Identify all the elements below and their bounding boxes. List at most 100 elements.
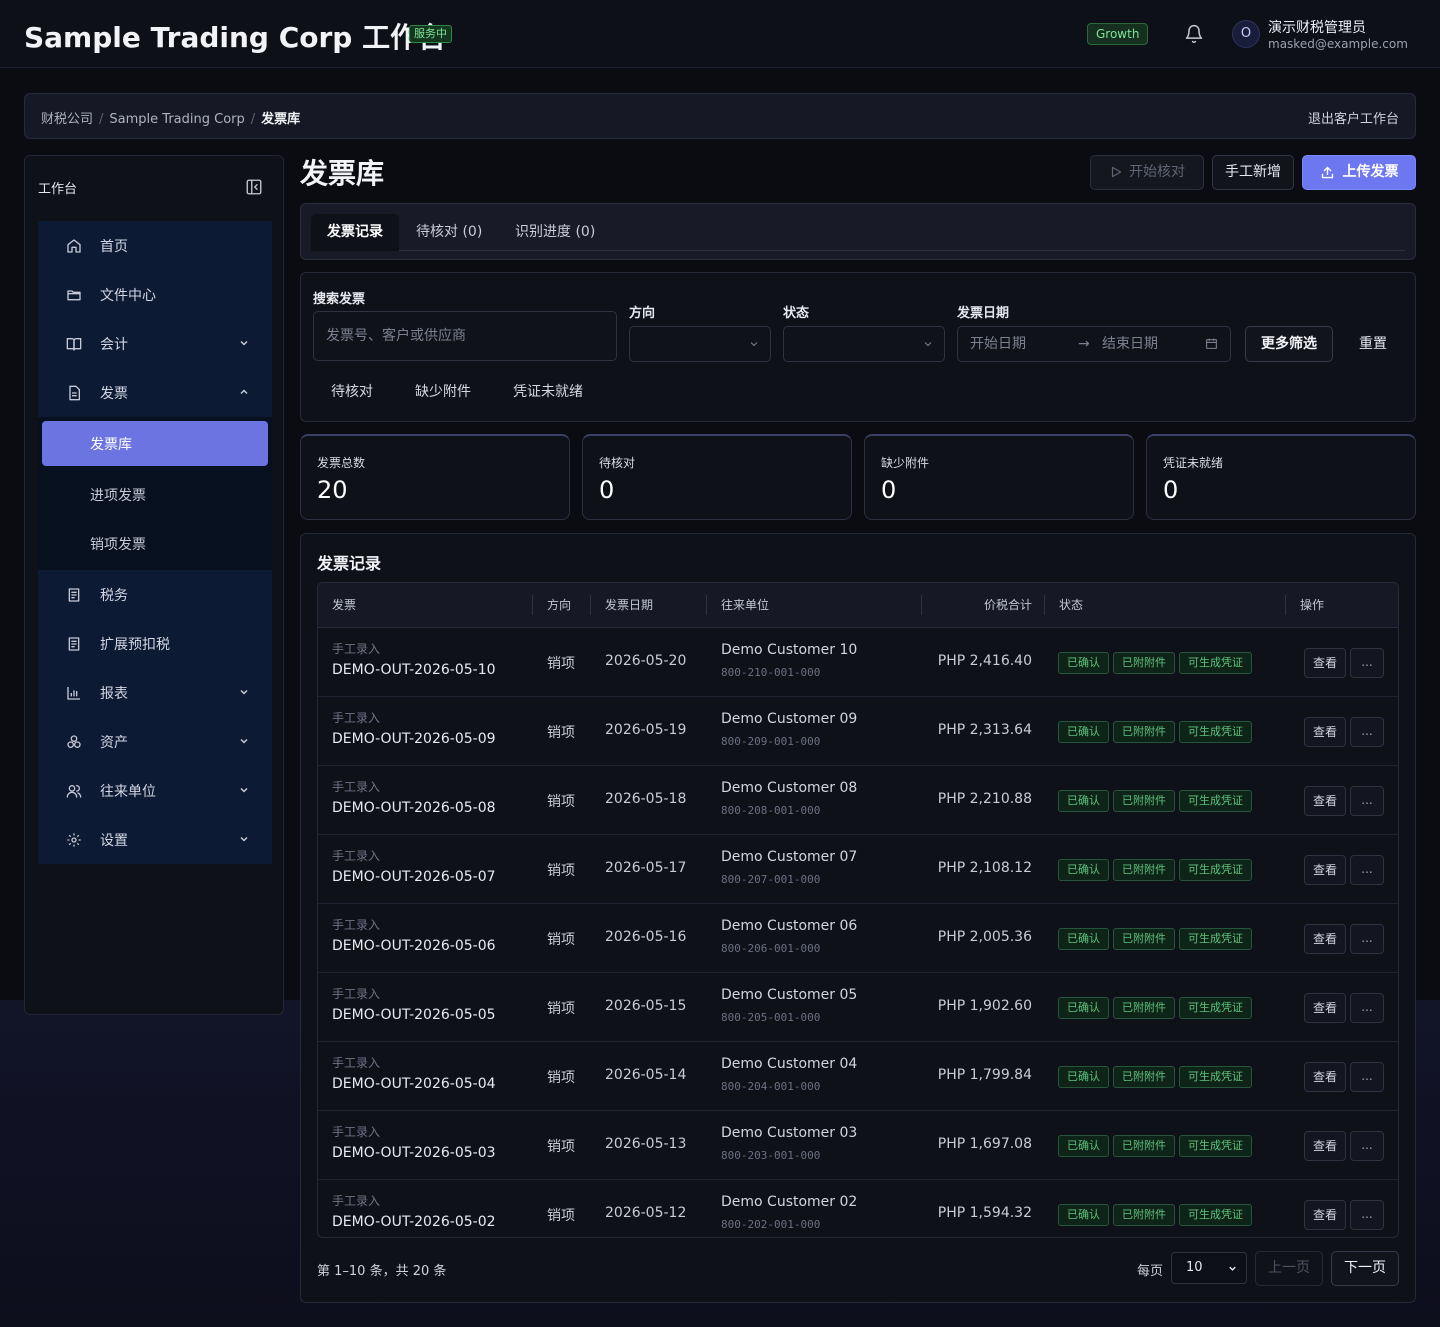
upload-invoice-button[interactable]: 上传发票 — [1302, 155, 1416, 190]
invoice-direction: 销项 — [547, 656, 575, 672]
status-badge: 已附附件 — [1113, 859, 1175, 881]
avatar[interactable]: O — [1232, 20, 1260, 48]
table-row[interactable]: 手工录入 DEMO-OUT-2026-05-06 销项 2026-05-16 Demo … — [318, 904, 1398, 973]
sidebar-item-tax[interactable]: 税务 — [38, 570, 272, 619]
sidebar-title: 工作台 — [38, 182, 78, 197]
table-row[interactable]: 手工录入 DEMO-OUT-2026-05-10 销项 2026-05-20 Demo … — [318, 628, 1398, 697]
sidebar-item-files[interactable]: 文件中心 — [38, 270, 272, 319]
more-actions-button[interactable]: ... — [1350, 993, 1384, 1023]
sidebar-item-reports[interactable]: 报表 — [38, 668, 272, 717]
invoice-amount: PHP 1,697.08 — [937, 1136, 1032, 1152]
status-label: 状态 — [783, 306, 810, 321]
view-button[interactable]: 查看 — [1304, 1131, 1346, 1161]
more-actions-button[interactable]: ... — [1350, 1200, 1384, 1230]
more-actions-button[interactable]: ... — [1350, 1062, 1384, 1092]
sidebar-subitem-sales-invoices[interactable]: 销项发票 — [38, 519, 272, 568]
status-select[interactable] — [783, 326, 945, 362]
sidebar-subitem-invoice-library[interactable]: 发票库 — [42, 421, 268, 466]
more-actions-button[interactable]: ... — [1350, 786, 1384, 816]
invoice-number[interactable]: DEMO-OUT-2026-05-04 — [332, 1076, 496, 1092]
start-date-input[interactable]: 开始日期 — [970, 336, 1026, 352]
invoice-date: 2026-05-15 — [605, 998, 687, 1014]
sidebar-collapse-icon[interactable] — [245, 178, 263, 196]
quick-filter-pending[interactable]: 待核对 — [331, 381, 373, 401]
column-header-amount[interactable]: 价税合计 — [984, 583, 1032, 628]
table-row[interactable]: 手工录入 DEMO-OUT-2026-05-04 销项 2026-05-14 Demo … — [318, 1042, 1398, 1111]
view-button[interactable]: 查看 — [1304, 786, 1346, 816]
counterparty-name: Demo Customer 08 — [721, 780, 858, 796]
view-button[interactable]: 查看 — [1304, 1200, 1346, 1230]
column-header-invoice[interactable]: 发票 — [332, 583, 356, 628]
tab-pending-review[interactable]: 待核对 (0) — [400, 214, 498, 251]
sidebar-item-label: 资产 — [100, 734, 128, 751]
sidebar-item-invoices[interactable]: 发票 — [38, 368, 272, 417]
exit-client-workspace-link[interactable]: 退出客户工作台 — [1308, 108, 1399, 127]
next-page-button[interactable]: 下一页 — [1331, 1251, 1399, 1286]
bell-icon[interactable] — [1184, 24, 1204, 44]
view-button[interactable]: 查看 — [1304, 1062, 1346, 1092]
invoice-number[interactable]: DEMO-OUT-2026-05-07 — [332, 869, 496, 885]
table-row[interactable]: 手工录入 DEMO-OUT-2026-05-08 销项 2026-05-18 Demo … — [318, 766, 1398, 835]
table-row[interactable]: 手工录入 DEMO-OUT-2026-05-05 销项 2026-05-15 Demo … — [318, 973, 1398, 1042]
column-divider — [706, 595, 707, 615]
counterparty-tin: 800-209-001-000 — [721, 735, 821, 748]
table-row[interactable]: 手工录入 DEMO-OUT-2026-05-02 销项 2026-05-12 Demo … — [318, 1180, 1398, 1237]
invoice-source: 手工录入 — [332, 642, 381, 656]
sidebar-subitem-purchase-invoices[interactable]: 进项发票 — [38, 470, 272, 519]
tab-invoice-records[interactable]: 发票记录 — [311, 214, 399, 251]
per-page-select[interactable]: 10 — [1171, 1252, 1247, 1284]
stat-value: 0 — [1163, 476, 1179, 504]
date-range-picker[interactable]: 开始日期 → 结束日期 — [957, 326, 1231, 362]
users-icon — [66, 783, 82, 799]
invoice-number[interactable]: DEMO-OUT-2026-05-05 — [332, 1007, 496, 1023]
sidebar-item-accounting[interactable]: 会计 — [38, 319, 272, 368]
sidebar-item-assets[interactable]: 资产 — [38, 717, 272, 766]
column-header-counterparty[interactable]: 往来单位 — [721, 583, 769, 628]
invoice-table: 发票 方向 发票日期 往来单位 价税合计 状态 操作 手工录入 DEMO-OUT-… — [317, 582, 1399, 1238]
table-row[interactable]: 手工录入 DEMO-OUT-2026-05-09 销项 2026-05-19 Demo … — [318, 697, 1398, 766]
view-button[interactable]: 查看 — [1304, 924, 1346, 954]
more-actions-button[interactable]: ... — [1350, 717, 1384, 747]
column-header-date[interactable]: 发票日期 — [605, 583, 653, 628]
tab-recognition-progress[interactable]: 识别进度 (0) — [499, 214, 611, 251]
user-name: 演示财税管理员 — [1268, 20, 1366, 36]
direction-select[interactable] — [629, 326, 771, 362]
search-input[interactable]: 发票号、客户或供应商 — [313, 311, 617, 361]
breadcrumb-item-client[interactable]: Sample Trading Corp — [109, 112, 244, 127]
table-row[interactable]: 手工录入 DEMO-OUT-2026-05-07 销项 2026-05-17 Demo … — [318, 835, 1398, 904]
direction-label: 方向 — [629, 306, 656, 321]
column-header-status[interactable]: 状态 — [1059, 583, 1083, 628]
sidebar-item-withholding[interactable]: 扩展预扣税 — [38, 619, 272, 668]
table-row[interactable]: 手工录入 DEMO-OUT-2026-05-03 销项 2026-05-13 Demo … — [318, 1111, 1398, 1180]
reset-button[interactable]: 重置 — [1349, 326, 1397, 362]
invoice-number[interactable]: DEMO-OUT-2026-05-08 — [332, 800, 496, 816]
view-button[interactable]: 查看 — [1304, 993, 1346, 1023]
view-button[interactable]: 查看 — [1304, 648, 1346, 678]
column-header-direction[interactable]: 方向 — [547, 583, 571, 628]
manual-add-button[interactable]: 手工新增 — [1212, 155, 1294, 190]
invoice-number[interactable]: DEMO-OUT-2026-05-03 — [332, 1145, 496, 1161]
view-button[interactable]: 查看 — [1304, 717, 1346, 747]
invoice-number[interactable]: DEMO-OUT-2026-05-06 — [332, 938, 496, 954]
invoice-number[interactable]: DEMO-OUT-2026-05-09 — [332, 731, 496, 747]
invoice-number[interactable]: DEMO-OUT-2026-05-10 — [332, 662, 496, 678]
prev-page-button[interactable]: 上一页 — [1255, 1251, 1323, 1286]
sidebar-item-home[interactable]: 首页 — [38, 221, 272, 270]
invoice-number[interactable]: DEMO-OUT-2026-05-02 — [332, 1214, 496, 1230]
more-actions-button[interactable]: ... — [1350, 648, 1384, 678]
sidebar-item-label: 税务 — [100, 587, 128, 604]
more-actions-button[interactable]: ... — [1350, 1131, 1384, 1161]
view-button[interactable]: 查看 — [1304, 855, 1346, 885]
quick-filter-missing-attachment[interactable]: 缺少附件 — [415, 381, 471, 401]
more-actions-button[interactable]: ... — [1350, 855, 1384, 885]
breadcrumb-item-firm[interactable]: 财税公司 — [41, 112, 93, 127]
invoice-table-panel: 发票记录 发票 方向 发票日期 往来单位 价税合计 状态 操作 手工录入 DEMO… — [300, 533, 1416, 1303]
sidebar-item-settings[interactable]: 设置 — [38, 815, 272, 864]
sidebar-item-counterparties[interactable]: 往来单位 — [38, 766, 272, 815]
start-review-button[interactable]: 开始核对 — [1090, 155, 1204, 190]
end-date-input[interactable]: 结束日期 — [1102, 327, 1158, 361]
more-filters-button[interactable]: 更多筛选 — [1245, 326, 1333, 362]
quick-filter-voucher-not-ready[interactable]: 凭证未就绪 — [513, 381, 583, 401]
invoice-source: 手工录入 — [332, 918, 381, 932]
more-actions-button[interactable]: ... — [1350, 924, 1384, 954]
